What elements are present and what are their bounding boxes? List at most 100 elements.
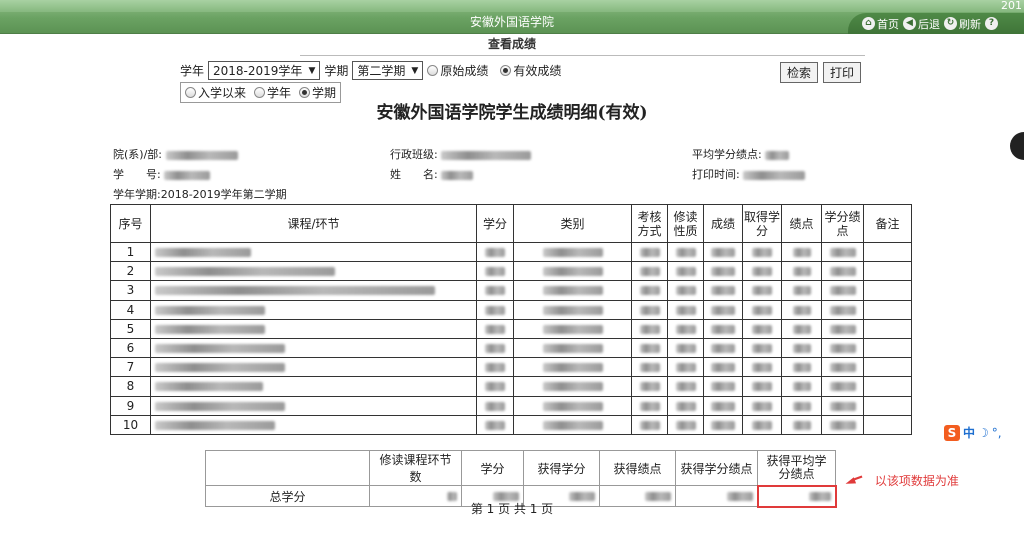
ime-chinese-mode[interactable]: 中 — [963, 424, 975, 441]
summary-col-header: 获得绩点 — [599, 450, 676, 486]
radio-original-label: 原始成绩 — [440, 64, 489, 78]
row-number: 4 — [110, 299, 151, 320]
col-header: 考核方式 — [631, 204, 668, 243]
table-cell — [513, 414, 632, 435]
col-header: 备注 — [863, 204, 912, 243]
summary-col-header: 获得学分绩点 — [675, 450, 758, 486]
moon-icon[interactable]: ☽ — [978, 426, 989, 440]
gpa-field: 平均学分绩点: — [692, 146, 790, 162]
print-time-label: 打印时间: — [692, 168, 740, 181]
term-select[interactable]: 第二学期 ▼ — [352, 61, 424, 80]
gpa-label: 平均学分绩点: — [692, 148, 762, 161]
row-number: 1 — [110, 241, 151, 263]
table-cell — [150, 414, 477, 435]
col-header: 学分 — [476, 204, 514, 243]
summary-col-header: 学分 — [461, 450, 524, 486]
table-cell — [513, 261, 632, 282]
table-cell — [513, 318, 632, 339]
id-value-redacted — [164, 170, 211, 180]
table-cell — [863, 357, 912, 378]
table-cell — [150, 395, 477, 416]
table-cell — [742, 395, 782, 416]
table-cell — [631, 376, 668, 397]
name-field: 姓 名: — [390, 166, 474, 182]
back-icon: ◀ — [903, 17, 916, 30]
table-cell — [667, 357, 704, 378]
year-fragment: 201 — [1001, 0, 1022, 12]
col-header: 学分绩点 — [821, 204, 864, 243]
nav-home-button[interactable]: ⌂ 首页 — [862, 16, 899, 32]
col-header: 类别 — [513, 204, 632, 243]
table-cell — [631, 299, 668, 320]
punctuation-icon[interactable]: °, — [992, 426, 1002, 440]
chevron-down-icon: ▼ — [308, 65, 316, 76]
help-button[interactable]: ? — [985, 17, 998, 30]
nav-refresh-label: 刷新 — [959, 17, 981, 31]
table-cell — [742, 241, 782, 263]
table-cell — [821, 261, 864, 282]
name-value-redacted — [441, 170, 474, 180]
table-cell — [476, 357, 514, 378]
home-icon: ⌂ — [862, 17, 875, 30]
col-header: 序号 — [110, 204, 151, 243]
search-button[interactable]: 检索 — [780, 62, 819, 83]
table-cell — [703, 280, 743, 301]
pager: 第 1 页 共 1 页 — [470, 502, 554, 516]
table-cell — [781, 261, 822, 282]
table-cell — [863, 280, 912, 301]
table-cell — [476, 395, 514, 416]
nav-refresh-button[interactable]: ↻ 刷新 — [944, 16, 981, 32]
table-cell — [631, 414, 668, 435]
table-cell — [742, 299, 782, 320]
summary-corner — [205, 450, 370, 486]
table-cell — [781, 395, 822, 416]
dept-value-redacted — [165, 150, 238, 160]
radio-effective-score[interactable]: 有效成绩 — [500, 62, 561, 79]
print-button[interactable]: 打印 — [823, 62, 862, 83]
side-float-button[interactable] — [1010, 132, 1024, 160]
table-cell — [150, 280, 477, 301]
table-cell — [821, 357, 864, 378]
table-cell — [742, 318, 782, 339]
table-cell — [742, 280, 782, 301]
table-cell — [631, 357, 668, 378]
table-cell — [821, 241, 864, 263]
radio-effective-label: 有效成绩 — [513, 64, 562, 78]
year-select[interactable]: 2018-2019学年 ▼ — [208, 61, 321, 80]
row-number: 3 — [110, 280, 151, 301]
table-cell — [781, 318, 822, 339]
radio-original-score[interactable]: 原始成绩 — [427, 62, 488, 79]
term-select-value: 第二学期 — [357, 64, 406, 78]
table-cell — [703, 299, 743, 320]
year-select-value: 2018-2019学年 — [213, 64, 303, 78]
table-cell — [150, 261, 477, 282]
table-cell — [821, 414, 864, 435]
title-divider — [300, 55, 865, 56]
table-cell — [781, 376, 822, 397]
table-row: 8 — [110, 376, 912, 397]
table-cell — [821, 280, 864, 301]
table-cell — [667, 280, 704, 301]
table-cell — [631, 318, 668, 339]
table-cell — [667, 241, 704, 263]
ime-toolbar[interactable]: S 中 ☽ °, — [944, 424, 1002, 441]
row-number: 5 — [110, 318, 151, 339]
table-row: 4 — [110, 299, 912, 320]
table-cell — [703, 261, 743, 282]
dept-field: 院(系)/部: — [113, 146, 238, 162]
year-label: 学年 — [180, 64, 205, 78]
table-cell — [667, 261, 704, 282]
table-cell — [703, 414, 743, 435]
col-header: 课程/环节 — [150, 204, 477, 243]
table-cell — [863, 299, 912, 320]
table-cell — [703, 337, 743, 359]
annotation-text: 以该项数据为准 — [874, 474, 959, 488]
radio-icon — [185, 87, 196, 98]
table-cell — [742, 414, 782, 435]
table-cell — [703, 395, 743, 416]
table-cell — [863, 241, 912, 263]
nav-back-button[interactable]: ◀ 后退 — [903, 16, 940, 32]
table-row: 1 — [110, 241, 912, 263]
refresh-icon: ↻ — [944, 17, 957, 30]
table-cell — [513, 337, 632, 359]
